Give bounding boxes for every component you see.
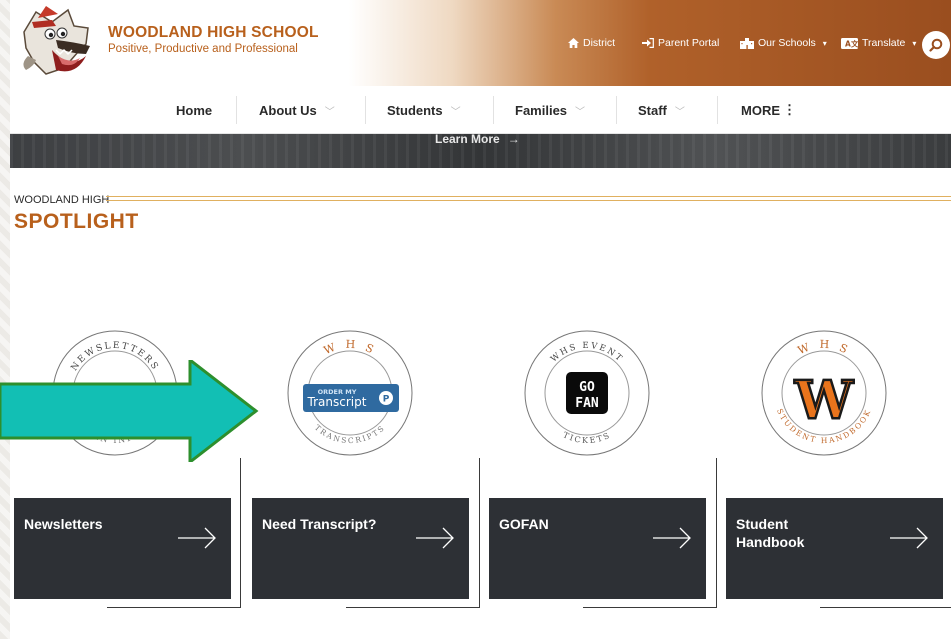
callout-arrow-icon bbox=[0, 360, 259, 462]
card-frame-line bbox=[716, 458, 717, 608]
gofan-logo-bottom: FAN bbox=[575, 396, 599, 411]
parent-portal-link[interactable]: Parent Portal bbox=[642, 37, 719, 49]
nav-divider bbox=[365, 96, 366, 124]
nav-staff[interactable]: Staff ﹀ bbox=[638, 86, 685, 134]
district-link[interactable]: District bbox=[568, 37, 615, 49]
parchment-icon: P bbox=[383, 395, 390, 405]
more-dots-icon: ⋮ bbox=[783, 102, 796, 117]
home-icon bbox=[568, 38, 579, 48]
card-gofan[interactable]: GOFAN bbox=[489, 498, 706, 599]
card-frame-line bbox=[346, 607, 479, 608]
card-frame-line bbox=[479, 458, 480, 608]
card-frame-line bbox=[820, 607, 951, 608]
card-frame-line bbox=[240, 458, 241, 608]
wolf-mascot-logo[interactable] bbox=[16, 4, 108, 82]
nav-divider bbox=[236, 96, 237, 124]
translate-label: Translate bbox=[862, 37, 906, 49]
handbook-seal[interactable]: W H S STUDENT HANDBOOK W bbox=[759, 328, 889, 458]
learn-more-label: Learn More bbox=[435, 134, 500, 146]
search-button[interactable] bbox=[922, 31, 950, 59]
card-student-handbook[interactable]: Student Handbook bbox=[726, 498, 943, 599]
learn-more-link[interactable]: Learn More → bbox=[435, 134, 520, 146]
card-frame-line bbox=[583, 607, 716, 608]
nav-families[interactable]: Families ﹀ bbox=[515, 86, 585, 134]
parent-portal-label: Parent Portal bbox=[658, 37, 720, 49]
translate-icon: A文 bbox=[841, 37, 858, 49]
arrow-right-icon bbox=[178, 527, 216, 549]
our-schools-label: Our Schools bbox=[758, 37, 816, 49]
arrow-right-icon bbox=[890, 527, 928, 549]
card-title: Newsletters bbox=[24, 516, 103, 532]
nav-divider bbox=[717, 96, 718, 124]
arrow-right-icon bbox=[416, 527, 454, 549]
badge-big-text: Transcript bbox=[307, 395, 367, 409]
chevron-down-icon: ﹀ bbox=[575, 106, 586, 118]
sign-in-icon bbox=[642, 38, 654, 48]
card-title: GOFAN bbox=[499, 516, 549, 532]
gofan-logo-top: GO bbox=[579, 380, 595, 395]
nav-home[interactable]: Home bbox=[176, 86, 212, 134]
nav-more[interactable]: MORE ⋮ bbox=[741, 86, 796, 134]
search-icon bbox=[929, 38, 943, 52]
arrow-right-icon bbox=[653, 527, 691, 549]
chevron-down-icon: ﹀ bbox=[324, 106, 335, 118]
card-title: Need Transcript? bbox=[262, 516, 377, 532]
arrow-right-icon: → bbox=[507, 134, 520, 146]
chevron-down-icon: ﹀ bbox=[674, 106, 685, 118]
nav-divider bbox=[493, 96, 494, 124]
page-margin bbox=[0, 0, 10, 639]
nav-divider bbox=[616, 96, 617, 124]
our-schools-menu[interactable]: Our Schools ▾ bbox=[740, 37, 827, 49]
school-name[interactable]: WOODLAND HIGH SCHOOL bbox=[108, 24, 319, 42]
nav-students[interactable]: Students ﹀ bbox=[387, 86, 461, 134]
main-nav: Home About Us ﹀ Students ﹀ Families ﹀ St… bbox=[10, 86, 951, 134]
section-eyebrow: WOODLAND HIGH bbox=[14, 194, 110, 206]
chevron-down-icon: ﹀ bbox=[450, 106, 461, 118]
gofan-seal[interactable]: WHS EVENT TICKETS GO FAN bbox=[522, 328, 652, 458]
transcript-seal[interactable]: W H S TRANSCRIPTS ORDER MY Transcript P bbox=[285, 328, 415, 458]
page: WOODLAND HIGH SCHOOL Positive, Productiv… bbox=[0, 0, 951, 639]
card-frame-line bbox=[107, 607, 240, 608]
card-title: Student Handbook bbox=[736, 516, 805, 550]
school-tagline: Positive, Productive and Professional bbox=[108, 43, 298, 55]
translate-menu[interactable]: A文 Translate ▾ bbox=[841, 37, 916, 49]
card-need-transcript[interactable]: Need Transcript? bbox=[252, 498, 469, 599]
chevron-down-icon: ▾ bbox=[912, 38, 917, 48]
nav-about-us[interactable]: About Us ﹀ bbox=[259, 86, 335, 134]
nav-students-label: Students bbox=[387, 102, 443, 118]
hero-banner: Learn More → bbox=[10, 134, 951, 168]
nav-staff-label: Staff bbox=[638, 102, 667, 118]
w-letter-logo: W bbox=[794, 370, 855, 431]
chevron-down-icon: ▾ bbox=[822, 38, 827, 48]
nav-families-label: Families bbox=[515, 102, 568, 118]
card-newsletters[interactable]: Newsletters bbox=[14, 498, 231, 599]
district-label: District bbox=[583, 37, 616, 49]
site-header: WOODLAND HIGH SCHOOL Positive, Productiv… bbox=[10, 0, 951, 86]
nav-more-label: MORE bbox=[741, 102, 780, 118]
building-icon bbox=[740, 37, 754, 49]
svg-text:文: 文 bbox=[851, 38, 858, 48]
nav-home-label: Home bbox=[176, 102, 213, 118]
section-divider bbox=[106, 196, 951, 201]
nav-about-us-label: About Us bbox=[259, 102, 317, 118]
section-title: SPOTLIGHT bbox=[14, 210, 139, 233]
